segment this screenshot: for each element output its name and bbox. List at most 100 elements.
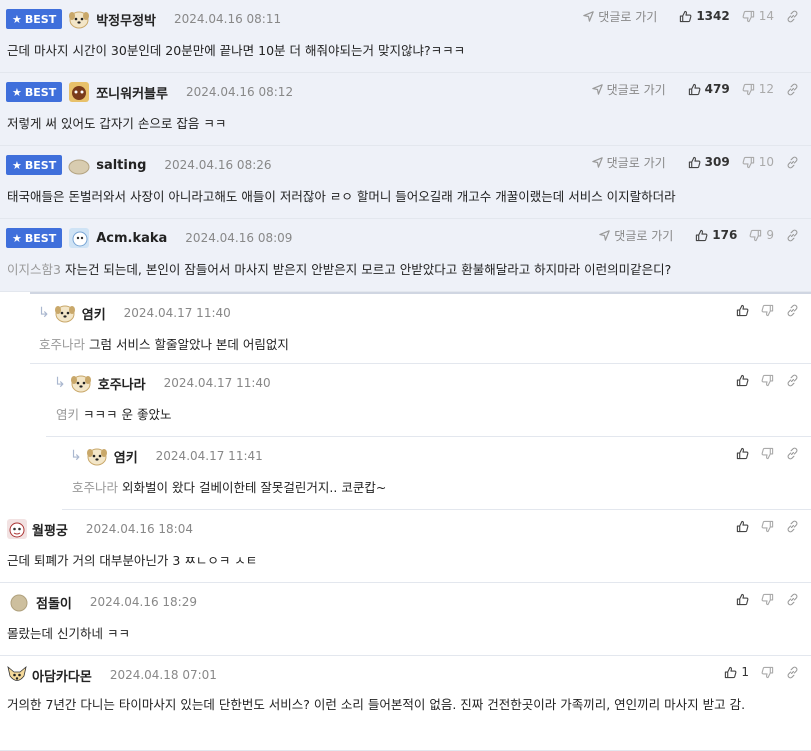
downvote-button[interactable]: 14 [742,9,774,23]
comment-header: ★ BEST 쪼니워커블루 2024.04.16 08:12 [0,81,293,103]
link-icon [786,156,799,169]
mention[interactable]: 이지스함3 [7,262,61,277]
upvote-button[interactable] [736,304,749,317]
comment-actions [724,443,799,463]
star-icon: ★ [12,231,22,245]
link-icon [786,304,799,317]
downvote-button[interactable] [761,447,774,460]
copy-link-button[interactable] [786,83,799,96]
comment-date: 2024.04.17 11:41 [155,449,263,463]
copy-link-button[interactable] [786,10,799,23]
upvote-button[interactable]: 1342 [679,9,730,23]
upvote-button[interactable] [736,593,749,606]
copy-link-button[interactable] [786,447,799,460]
comment-date: 2024.04.16 08:11 [174,12,282,26]
downvote-button[interactable]: 10 [742,155,774,169]
copy-link-button[interactable] [786,304,799,317]
comment-text: 이지스함3 자는건 되는데, 본인이 잠들어서 마사지 받은지 안받은지 모르고 … [7,262,672,277]
downvote-button[interactable] [761,593,774,606]
thumbs-up-icon [736,520,749,533]
comment-header: ★ BEST salting 2024.04.16 08:26 [0,154,272,176]
copy-link-button[interactable] [786,229,799,242]
downvote-count: 9 [766,228,774,242]
downvote-count: 14 [758,9,774,23]
comment-date: 2024.04.16 18:29 [89,595,197,609]
nickname[interactable]: salting [96,158,146,173]
nickname[interactable]: 쪼니워커블루 [96,83,168,102]
copy-link-button[interactable] [786,156,799,169]
goto-comment-link[interactable]: 댓글로 가기 [591,81,666,98]
comment-actions: 댓글로 가기 479 12 [591,79,799,99]
thumbs-down-icon [761,593,774,606]
goto-comment-link[interactable]: 댓글로 가기 [598,227,673,244]
downvote-button[interactable] [761,374,774,387]
thumbs-down-icon [742,83,755,96]
avatar[interactable] [54,302,76,324]
upvote-button[interactable]: 479 [688,82,730,96]
avatar[interactable] [68,8,90,30]
copy-link-button[interactable] [786,666,799,679]
goto-arrow-icon [591,156,604,169]
mention[interactable]: 호주나라 [39,337,85,352]
copy-link-button[interactable] [786,374,799,387]
upvote-button[interactable] [736,374,749,387]
comment-header: 점돌이 2024.04.16 18:29 [0,591,197,613]
avatar[interactable] [6,664,28,686]
best-comment: ★ BEST Acm.kaka 2024.04.16 08:09 댓글로 가기 1… [0,219,811,292]
nickname[interactable]: 호주나라 [98,374,146,393]
avatar[interactable] [6,518,28,540]
comment-header: ↳ 염키 2024.04.17 11:41 [70,445,263,467]
comment-date: 2024.04.17 11:40 [123,306,231,320]
nickname[interactable]: 월평궁 [32,520,68,539]
star-icon: ★ [12,158,22,172]
nickname[interactable]: 염키 [82,304,106,323]
comment: 아담카다몬 2024.04.18 07:01 1 거의한 7년간 다니는 타이마… [0,656,811,751]
copy-link-button[interactable] [786,593,799,606]
best-comment: ★ BEST 박정무정박 2024.04.16 08:11 댓글로 가기 1342… [0,0,811,73]
nickname[interactable]: 점돌이 [36,593,72,612]
downvote-button[interactable] [761,520,774,533]
downvote-count: 12 [758,82,774,96]
upvote-button[interactable] [736,447,749,460]
nickname[interactable]: 염키 [114,447,138,466]
downvote-button[interactable] [761,666,774,679]
best-comment: ★ BEST salting 2024.04.16 08:26 댓글로 가기 30… [0,146,811,219]
avatar[interactable] [68,81,90,103]
upvote-button[interactable]: 1 [724,665,749,679]
upvote-button[interactable]: 309 [688,155,730,169]
nickname[interactable]: 아담카다몬 [32,666,92,685]
nickname[interactable]: Acm.kaka [96,231,167,246]
reply-comment: ↳ 염키 2024.04.17 11:41 호주나라 외화벌이 왔다 걸베이한테 … [62,437,811,510]
thumbs-down-icon [742,10,755,23]
thumbs-down-icon [749,229,762,242]
thumbs-down-icon [742,156,755,169]
mention[interactable]: 염키 [56,407,79,422]
avatar[interactable] [68,227,90,249]
best-badge: ★ BEST [6,155,63,175]
comment-date: 2024.04.16 08:12 [185,85,294,99]
downvote-button[interactable]: 12 [742,82,774,96]
upvote-count: 1 [741,665,749,679]
avatar[interactable] [86,445,108,467]
mention[interactable]: 호주나라 [72,480,118,495]
copy-link-button[interactable] [786,520,799,533]
reply-arrow-icon: ↳ [54,375,66,391]
thumbs-up-icon [688,156,701,169]
avatar[interactable] [8,591,30,613]
goto-comment-link[interactable]: 댓글로 가기 [582,8,657,25]
downvote-button[interactable]: 9 [749,228,774,242]
comment-text: 호주나라 외화벌이 왔다 걸베이한테 잘못걸린거지.. 코쿤캅~ [72,480,387,495]
comment-actions: 1 [712,662,799,682]
upvote-button[interactable] [736,520,749,533]
thumbs-up-icon [679,10,692,23]
goto-comment-link[interactable]: 댓글로 가기 [591,154,666,171]
downvote-button[interactable] [761,304,774,317]
nickname[interactable]: 박정무정박 [96,10,156,29]
link-icon [786,520,799,533]
upvote-button[interactable]: 176 [695,228,737,242]
comment-actions [724,370,799,390]
avatar[interactable] [68,154,90,176]
comment-header: ★ BEST Acm.kaka 2024.04.16 08:09 [0,227,292,249]
avatar[interactable] [70,372,92,394]
link-icon [786,374,799,387]
